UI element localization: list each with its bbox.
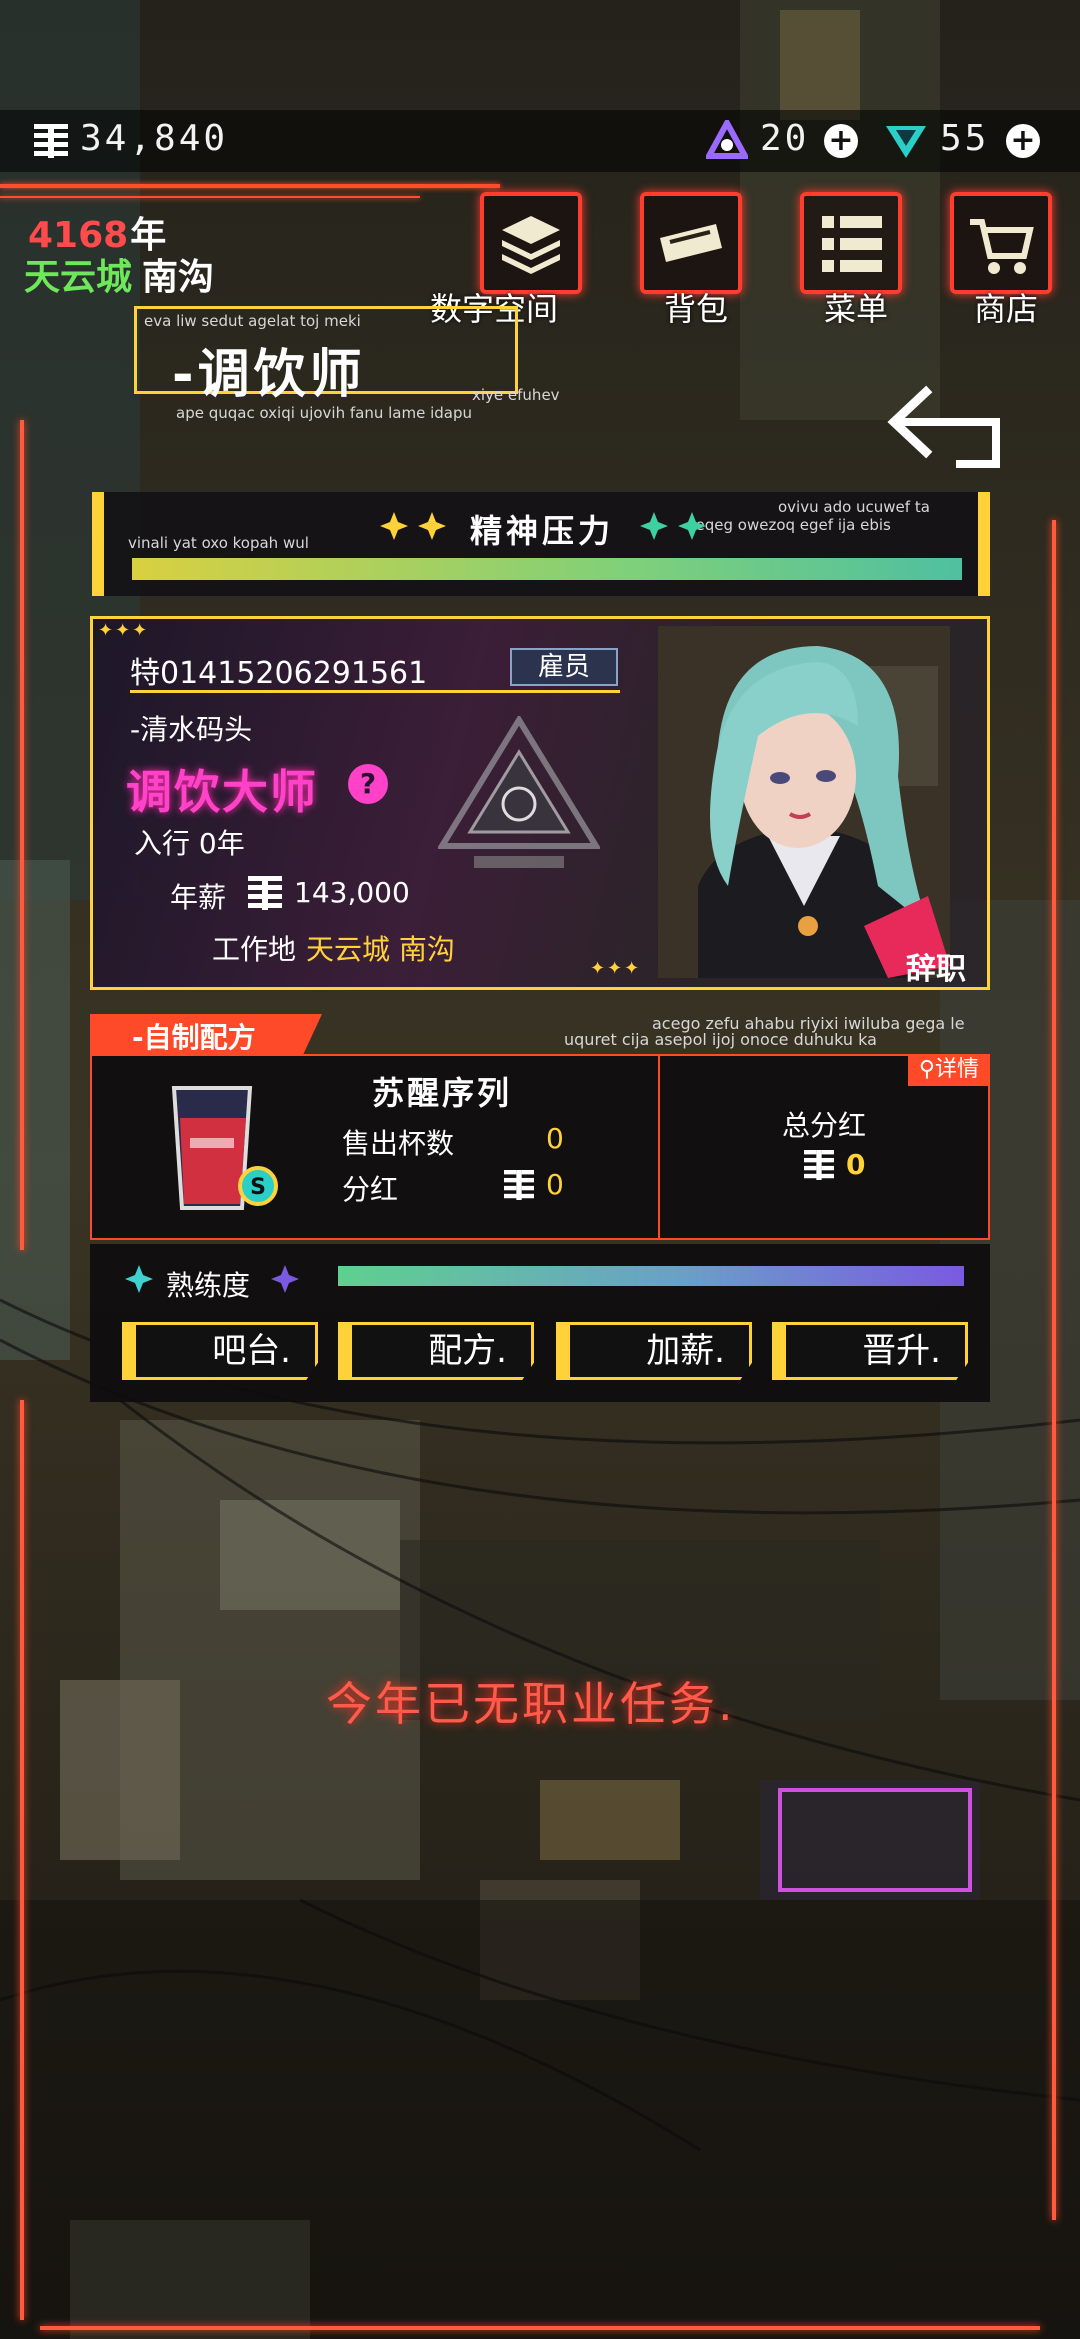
- stress-bar: [132, 558, 962, 580]
- annual-salary: 143,000: [294, 876, 410, 909]
- salary-label: 年薪: [170, 881, 227, 914]
- cups-sold-value: 0: [546, 1122, 564, 1155]
- job-rank: 调饮大师: [126, 765, 318, 819]
- nav-menu-label: 菜单: [824, 290, 889, 328]
- current-location: 天云城 南沟: [24, 248, 214, 300]
- sparkle-icon: [125, 1265, 153, 1293]
- stress-flavor-right-1: ovivu ado ucuwef ta: [778, 498, 930, 516]
- dividend-value: 0: [546, 1168, 564, 1201]
- recipe-flavor-2: uquret cija asepol ijoj onoce duhuku ka: [564, 1030, 877, 1049]
- promotion-button[interactable]: 晋升.: [772, 1322, 968, 1380]
- nav-shop-label: 商店: [974, 290, 1039, 328]
- frame-left-line-lower: [20, 1400, 24, 2320]
- stress-label: 精神压力: [470, 512, 615, 550]
- resign-button[interactable]: 辞职: [906, 944, 966, 988]
- title-flavor-right: xiye efuhev: [472, 386, 560, 404]
- frame-bottom-line: [40, 2326, 1040, 2330]
- coin-currency-icon: [34, 124, 68, 158]
- frame-left-line: [20, 420, 24, 1250]
- sparkle-right-icon: [640, 512, 706, 540]
- top-accent-bar-thin: [0, 196, 420, 198]
- data-stack-icon: [502, 216, 560, 274]
- years-in-trade: 入行 0年: [134, 827, 245, 860]
- total-dividend-label: 总分红: [782, 1109, 867, 1142]
- top-accent-bar: [0, 184, 500, 188]
- sparkle-icon: [271, 1265, 299, 1293]
- character-portrait: [658, 626, 950, 978]
- custom-recipe-tab-label: -自制配方: [132, 1021, 256, 1054]
- crystal-currency-icon: [886, 126, 926, 158]
- employee-id: 特01415206291561: [130, 656, 428, 691]
- guild-emblem-icon: [438, 716, 600, 868]
- raise-salary-button[interactable]: 加薪.: [556, 1322, 752, 1380]
- proficiency-bar: [338, 1266, 964, 1286]
- add-crystals-button[interactable]: +: [1006, 124, 1040, 158]
- bag-icon: [660, 224, 722, 262]
- card-stars-bottom: ✦✦✦: [590, 958, 642, 979]
- recipe-button[interactable]: 配方.: [338, 1322, 534, 1380]
- total-dividend-value: 0: [846, 1148, 866, 1181]
- bar-counter-button[interactable]: 吧台.: [122, 1322, 318, 1380]
- recipe-divider: [658, 1054, 660, 1240]
- frame-right-line: [1052, 520, 1056, 2220]
- title-flavor-top: eva liw sedut agelat toj meki: [144, 312, 361, 330]
- crystal-count: 55: [940, 118, 990, 159]
- role-tag: 雇员: [510, 648, 618, 686]
- recipe-detail-button[interactable]: ⚲详情: [908, 1054, 990, 1086]
- title-flavor-bottom: ape quqac oxiqi ujovih fanu lame idapu: [176, 404, 472, 422]
- rank-help-button[interactable]: ?: [348, 764, 388, 804]
- coin-currency-icon: [804, 1150, 834, 1180]
- gem-count: 20: [760, 118, 810, 159]
- cups-sold-label: 售出杯数: [342, 1127, 455, 1160]
- coin-currency-icon: [248, 876, 282, 910]
- workplace: 天云城 南沟: [306, 933, 455, 966]
- dividend-label: 分红: [342, 1173, 399, 1206]
- coin-count: 34,840: [80, 118, 229, 159]
- city-name: 天云城: [24, 257, 133, 298]
- magnifier-icon: ⚲: [918, 1057, 936, 1082]
- cart-icon: [970, 219, 1034, 274]
- previous-place: -清水码头: [130, 713, 253, 746]
- proficiency-label: 熟练度: [166, 1269, 251, 1302]
- stress-flavor-left: vinali yat oxo kopah wul: [128, 534, 309, 552]
- workplace-label: 工作地: [212, 933, 297, 966]
- sparkle-left-icon: [380, 512, 446, 540]
- detail-label: 详情: [935, 1057, 980, 1082]
- stress-flavor-right-2: qeqeg owezoq egef ija ebis: [686, 516, 891, 534]
- menu-list-icon: [822, 216, 882, 272]
- coin-currency-icon: [504, 1170, 534, 1200]
- back-arrow-icon[interactable]: [886, 382, 1012, 472]
- add-gems-button[interactable]: +: [824, 124, 858, 158]
- card-stars-top: ✦✦✦: [98, 620, 150, 641]
- svg-text:S: S: [250, 1175, 266, 1200]
- no-task-message: 今年已无职业任务.: [326, 1677, 736, 1731]
- recipe-name: 苏醒序列: [372, 1074, 513, 1112]
- page-title: -调饮师: [172, 345, 366, 405]
- drink-cup-icon: S: [171, 1086, 278, 1210]
- nav-bag-label: 背包: [664, 290, 729, 328]
- id-underline: [130, 690, 620, 693]
- gem-currency-icon: [706, 120, 748, 159]
- district-name: 南沟: [142, 257, 215, 298]
